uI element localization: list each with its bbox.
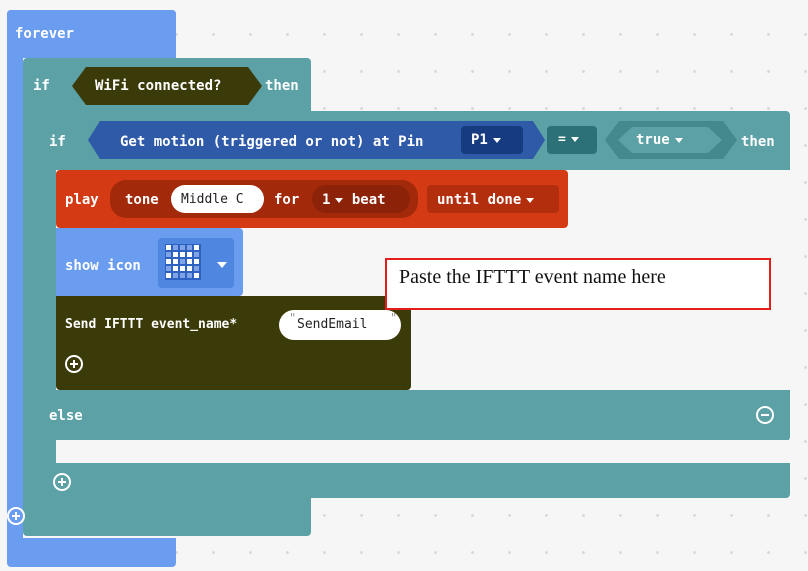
event-name-quote-close: " — [390, 311, 398, 325]
compare-operator-value: = — [558, 131, 579, 149]
else-body-slot — [56, 440, 790, 464]
icon-picker-caret-icon — [217, 262, 227, 268]
annotation-text: Paste the IFTTT event name here — [399, 266, 666, 288]
if-motion-else-row — [40, 390, 790, 440]
if-motion-add-icon[interactable] — [53, 473, 71, 491]
event-name-quote-open: " — [289, 311, 297, 325]
forever-label: forever — [15, 26, 75, 42]
note-value: Middle C — [181, 192, 244, 207]
play-mode-value: until done — [437, 191, 535, 209]
if-wifi-bottom-arm — [23, 500, 311, 534]
tone-label: tone — [125, 192, 159, 208]
if-motion-bottom-arm — [40, 463, 790, 498]
pin-dropdown-value: P1 — [471, 131, 501, 149]
motion-sensor-label: Get motion (triggered or not) at Pin — [120, 134, 424, 150]
for-label: for — [274, 192, 300, 208]
led-grid-icon — [165, 244, 201, 280]
if-wifi-then-label: then — [265, 78, 299, 94]
else-remove-icon[interactable] — [756, 406, 774, 424]
if-motion-if-label: if — [49, 134, 66, 150]
if-motion-then-label: then — [741, 134, 775, 150]
wifi-connected-label: WiFi connected? — [95, 78, 222, 94]
else-label: else — [49, 408, 83, 424]
event-name-value: SendEmail — [297, 317, 368, 332]
show-icon-label: show icon — [65, 258, 141, 274]
if-wifi-add-icon[interactable] — [7, 507, 25, 525]
send-ifttt-label: Send IFTTT event_name* — [65, 317, 238, 332]
if-wifi-if-label: if — [33, 78, 50, 94]
beat-value: 1 beat — [322, 192, 386, 208]
play-label: play — [65, 192, 99, 208]
if-motion-left-arm — [40, 111, 56, 498]
true-value-text: true — [636, 131, 683, 149]
send-ifttt-add-icon[interactable] — [65, 355, 83, 373]
